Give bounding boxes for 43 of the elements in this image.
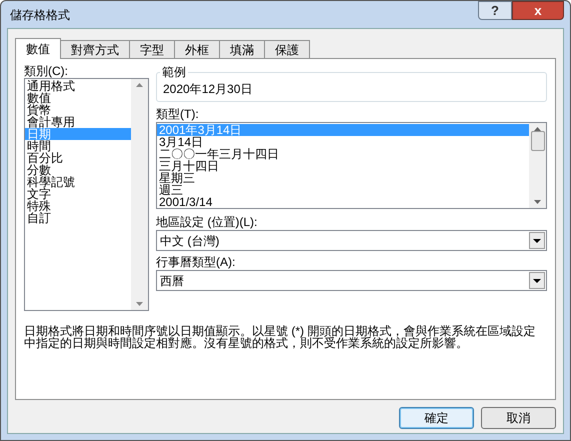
sample-label: 範例 [160, 65, 188, 79]
list-item[interactable]: 週三 [157, 184, 529, 196]
calendar-label: 行事曆類型(A): [156, 254, 236, 270]
tab[interactable]: 外框 [174, 40, 220, 58]
dialog-button[interactable]: 取消 [481, 407, 556, 429]
tab[interactable]: 填滿 [219, 40, 265, 58]
scroll-up-icon[interactable] [136, 83, 143, 87]
type-label: 類型(T): [156, 106, 200, 122]
scroll-down-icon[interactable] [534, 200, 541, 204]
list-item[interactable]: 通用格式 [25, 80, 131, 92]
list-item[interactable]: 二〇〇一年三月十四日 [157, 148, 529, 160]
calendar-value: 西曆 [160, 272, 184, 290]
list-item[interactable]: 3月14日 [157, 136, 529, 148]
description-text: 日期格式將日期和時間序號以日期值顯示。以星號 (*) 開頭的日期格式，會與作業系統在區域設定中指定的日期與時間設定相對應。沒有星號的格式，則不受作業系統的設定所影響。 [24, 325, 536, 349]
list-item[interactable]: 特殊 [25, 200, 131, 212]
window-title: 儲存格格式 [9, 6, 70, 24]
calendar-dropdown[interactable]: 西曆 [156, 270, 547, 291]
scroll-thumb[interactable] [530, 131, 544, 151]
sample-value: 2020年12月30日 [163, 81, 252, 98]
category-label: 類別(C): [24, 64, 69, 78]
list-item[interactable]: 文字 [25, 188, 131, 200]
list-item[interactable]: 星期三 [157, 172, 529, 184]
list-item[interactable]: 三月十四日 [157, 160, 529, 172]
list-item[interactable]: 時間 [25, 140, 131, 152]
list-item[interactable]: 數值 [25, 92, 131, 104]
list-item[interactable]: 百分比 [25, 152, 131, 164]
help-button[interactable]: ? [478, 1, 512, 20]
tab[interactable]: 數值 [15, 38, 61, 59]
list-item[interactable]: 分數 [25, 164, 131, 176]
list-item[interactable]: 科學記號 [25, 176, 131, 188]
tab[interactable]: 保護 [264, 40, 310, 58]
close-button[interactable]: x [512, 1, 564, 20]
tab[interactable]: 字型 [129, 40, 175, 58]
tab[interactable]: 對齊方式 [60, 40, 130, 58]
locale-dropdown[interactable]: 中文 (台灣) [156, 230, 547, 251]
list-item[interactable]: 會計專用 [25, 116, 131, 128]
dialog-button[interactable]: 確定 [399, 407, 474, 429]
scroll-down-icon[interactable] [136, 302, 143, 306]
list-item[interactable]: 貨幣 [25, 104, 131, 116]
list-item[interactable]: 自訂 [25, 212, 131, 224]
locale-value: 中文 (台灣) [160, 232, 220, 250]
locale-label: 地區設定 (位置)(L): [156, 214, 258, 230]
list-item[interactable]: 2001/3/14 [157, 196, 529, 208]
